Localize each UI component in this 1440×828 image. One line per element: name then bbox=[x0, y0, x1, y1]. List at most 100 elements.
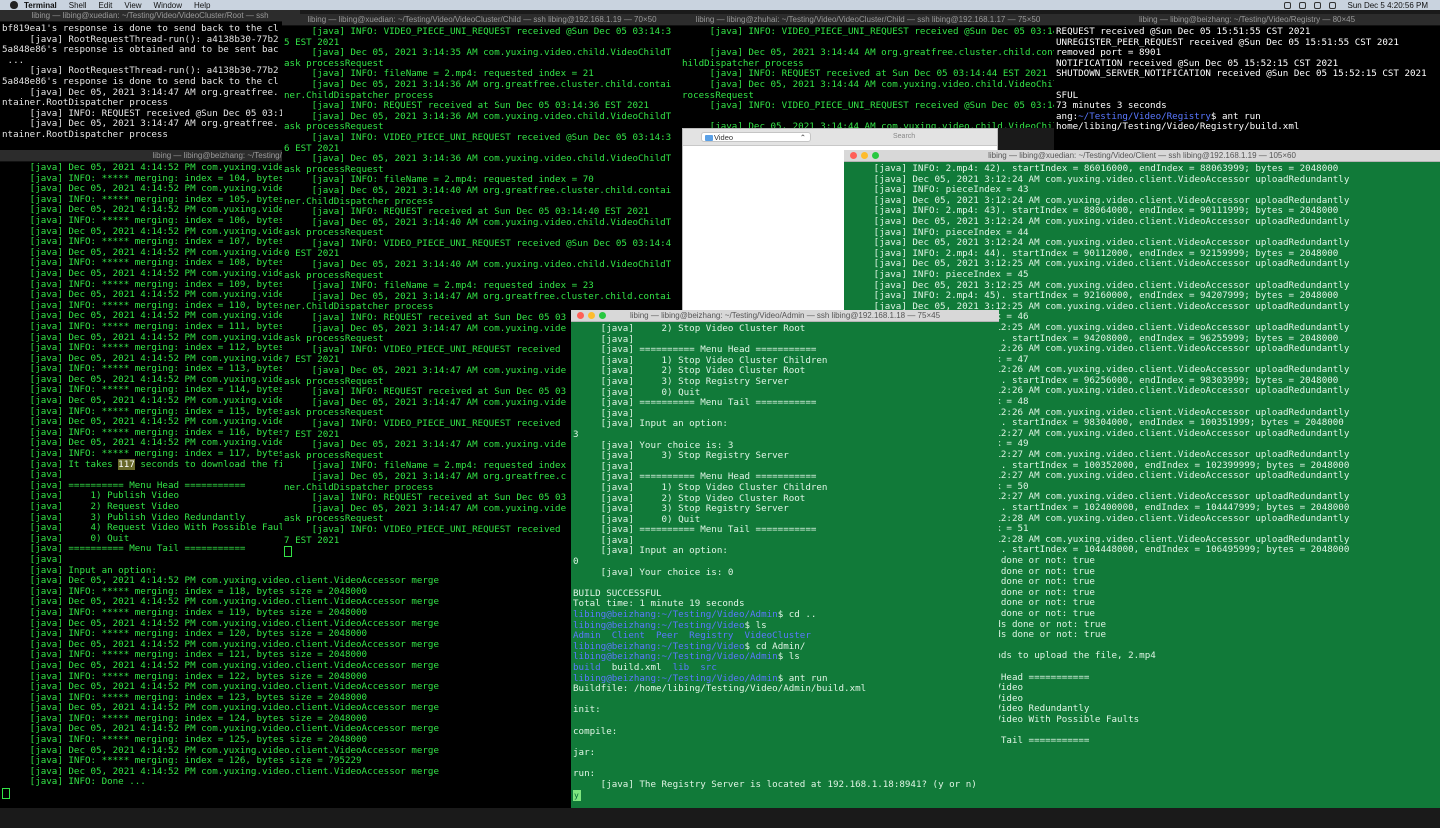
title-bar[interactable]: libing — libing@beizhang: ~/Testing/Vide… bbox=[1054, 14, 1440, 26]
ls-output: Admin Client Peer Registry VideoCluster bbox=[573, 630, 811, 642]
recording-icon[interactable] bbox=[1283, 1, 1291, 9]
terminal-line: [java] Dec 05, 2021 3:14:36 AM org.great… bbox=[311, 78, 672, 90]
terminal-line: BUILD SUCCESSFUL bbox=[573, 587, 662, 599]
prompt-user: libing@beizhang: bbox=[573, 640, 662, 652]
menu-edit[interactable]: Edit bbox=[99, 1, 113, 10]
terminal-output: REQUEST received @Sun Dec 05 15:51:55 CS… bbox=[1056, 27, 1438, 133]
terminal-line: [java] 2) Stop Video Cluster Root bbox=[600, 365, 806, 377]
terminal-line: ner.ChildDispatcher process bbox=[284, 195, 434, 207]
apple-menu-icon[interactable] bbox=[10, 1, 18, 9]
menu-window[interactable]: Window bbox=[154, 1, 182, 10]
terminal-line: [java] INFO: fileName = 2.mp4: requested… bbox=[311, 280, 594, 292]
terminal-line: [java] ========== Menu Tail =========== bbox=[29, 543, 246, 555]
terminal-line: [java] 0) Quit bbox=[600, 513, 701, 525]
terminal-line: 5a848e86's response is done to send back… bbox=[2, 75, 279, 87]
title-bar[interactable]: libing — libing@xuedian: ~/Testing/Video… bbox=[844, 150, 1440, 162]
terminal-line: UNREGISTER_PEER_REQUEST received @Sun De… bbox=[1056, 36, 1399, 48]
terminal-line: [java] The Registry Server is located at… bbox=[573, 778, 977, 790]
terminal-line: ask processRequest bbox=[284, 57, 384, 69]
terminal-line: ask processRequest bbox=[284, 449, 384, 461]
terminal-line: [java] bbox=[600, 534, 634, 546]
terminal-line: [java] Dec 05, 2021 4:14:52 PM com.yuxin… bbox=[29, 596, 439, 608]
prompt-path: ~/Testing/Video/Admin bbox=[661, 609, 778, 621]
terminal-line: ... bbox=[7, 54, 25, 66]
terminal-line: [java] INFO: VIDEO_PIECE_UNI_REQUEST rec… bbox=[311, 417, 561, 429]
menu-view[interactable]: View bbox=[124, 1, 141, 10]
finder-search-input[interactable]: Search bbox=[883, 132, 953, 142]
terminal-line: SHUTDOWN_SERVER_NOTIFICATION received @S… bbox=[1056, 68, 1427, 80]
terminal-line: [java] Dec 05, 2021 4:14:52 PM com.yuxin… bbox=[29, 723, 439, 735]
minimize-button[interactable] bbox=[861, 152, 868, 159]
terminal-line: [java] Dec 05, 2021 3:14:47 AM com.yuxin… bbox=[311, 502, 567, 514]
minimize-button[interactable] bbox=[588, 312, 595, 319]
title-bar[interactable]: libing — libing@xuedian: ~/Testing/Video… bbox=[0, 10, 300, 22]
terminal-line: [java] 3) Publish Video Redundantly bbox=[29, 511, 246, 523]
control-center-icon[interactable] bbox=[1313, 1, 1321, 9]
location-popup[interactable]: Video ⌃ bbox=[701, 132, 811, 142]
wifi-icon[interactable] bbox=[1298, 1, 1306, 9]
window-title: libing — libing@zhuhai: ~/Testing/Video/… bbox=[695, 15, 1041, 24]
prompt-command: $ cd .. bbox=[777, 609, 817, 621]
terminal-line: [java] bbox=[600, 460, 634, 472]
terminal-line: [java] INFO: pieceIndex = 45 bbox=[873, 268, 1029, 280]
title-bar[interactable]: libing — libing@beizhang: ~/Testing/Vide… bbox=[571, 310, 999, 322]
terminal-line: [java] Dec 05, 2021 3:14:47 AM com.yuxin… bbox=[311, 365, 567, 376]
terminal-window-admin[interactable]: libing — libing@beizhang: ~/Testing/Vide… bbox=[571, 310, 999, 808]
terminal-line: [java] Dec 05, 2021 3:14:44 AM org.great… bbox=[709, 47, 1054, 59]
terminal-line: [java] Dec 05, 2021 3:14:40 AM com.yuxin… bbox=[311, 259, 672, 271]
terminal-window-root[interactable]: libing — libing@xuedian: ~/Testing/Video… bbox=[0, 10, 300, 150]
terminal-line: [java] INFO: ***** merging: index = 118,… bbox=[29, 585, 368, 597]
window-title: libing — libing@beizhang: ~/Testing/Vide… bbox=[1138, 15, 1356, 24]
window-title: libing — libing@beizhang: ~/Testing/Vide… bbox=[629, 311, 941, 320]
terminal-line: [java] Dec 05, 2021 3:14:47 AM org.great… bbox=[29, 118, 279, 130]
ls-output-dirs: lib src bbox=[672, 662, 717, 673]
terminal-line: ner.ChildDispatcher process bbox=[284, 89, 434, 101]
terminal-line: [java] bbox=[600, 333, 634, 345]
close-button[interactable] bbox=[577, 312, 584, 319]
terminal-line: [java] INFO: VIDEO_PIECE_UNI_REQUEST rec… bbox=[311, 131, 672, 143]
terminal-line: [java] INFO: 2.mp4: 44). startIndex = 90… bbox=[873, 247, 1339, 259]
menu-help[interactable]: Help bbox=[194, 1, 210, 10]
terminal-line: [java] INFO: REQUEST received at Sun Dec… bbox=[311, 386, 567, 398]
zoom-button[interactable] bbox=[872, 152, 879, 159]
download-seconds-highlight: 117 bbox=[118, 458, 135, 470]
terminal-line: [java] INFO: Done ... bbox=[2, 776, 146, 788]
terminal-line: [java] Dec 05, 2021 4:14:52 PM com.yuxin… bbox=[29, 702, 439, 714]
title-bar[interactable]: libing — libing@zhuhai: ~/Testing/Video/… bbox=[680, 14, 1056, 26]
search-icon[interactable] bbox=[1328, 1, 1336, 9]
terminal-window-registry[interactable]: libing — libing@beizhang: ~/Testing/Vide… bbox=[1054, 14, 1440, 150]
zoom-button[interactable] bbox=[599, 312, 606, 319]
menu-app-name[interactable]: Terminal bbox=[24, 1, 57, 10]
terminal-line: [java] 2) Stop Video Cluster Root bbox=[600, 324, 806, 334]
menu-shell[interactable]: Shell bbox=[69, 1, 87, 10]
finder-toolbar: Video ⌃ Search bbox=[683, 129, 997, 146]
terminal-line: [java] Dec 05, 2021 3:14:40 AM org.great… bbox=[311, 184, 672, 196]
title-bar[interactable]: libing — libing@xuedian: ~/Testing/Video… bbox=[282, 14, 682, 26]
prompt-path: ~/Testing/Video bbox=[661, 640, 745, 652]
terminal-line: [java] Dec 05, 2021 3:14:36 AM com.yuxin… bbox=[311, 153, 672, 165]
prompt-user: libing@beizhang: bbox=[573, 651, 662, 663]
menu-clock[interactable]: Sun Dec 5 4:20:56 PM bbox=[1348, 1, 1429, 10]
terminal-window-child-2[interactable]: libing — libing@zhuhai: ~/Testing/Video/… bbox=[680, 14, 1056, 128]
terminal-line: NOTIFICATION received @Sun Dec 05 15:52:… bbox=[1056, 57, 1339, 69]
folder-icon bbox=[705, 135, 713, 141]
prompt-command: $ ls bbox=[744, 619, 767, 631]
terminal-line: [java] Dec 05, 2021 3:14:47 AM com.yuxin… bbox=[311, 439, 567, 451]
terminal-line: [java] Dec 05, 2021 3:14:44 AM com.yuxin… bbox=[709, 121, 1054, 128]
terminal-line: [java] bbox=[600, 407, 634, 419]
terminal-line: [java] Your choice is: 3 bbox=[600, 439, 734, 451]
close-button[interactable] bbox=[850, 152, 857, 159]
takes-prefix: [java] It takes bbox=[2, 458, 119, 470]
terminal-input[interactable]: y bbox=[573, 790, 581, 802]
terminal-line: [java] INFO: ***** merging: index = 123,… bbox=[29, 691, 368, 703]
ls-output-file: build.xml bbox=[600, 662, 673, 673]
terminal-line: [java] Dec 05, 2021 3:14:40 AM com.yuxin… bbox=[311, 216, 672, 228]
terminal-line: [java] INFO: ***** merging: index = 122,… bbox=[29, 670, 368, 682]
terminal-line: [java] Input an option: bbox=[600, 545, 728, 557]
prompt-command: $ ls bbox=[777, 651, 800, 663]
terminal-line: removed port = 8901 bbox=[1056, 47, 1162, 59]
terminal-line: [java] INFO: pieceIndex = 44 bbox=[873, 226, 1029, 238]
terminal-line: [java] INFO: VIDEO_PIECE_UNI_REQUEST rec… bbox=[311, 523, 561, 535]
terminal-line: [java] ========== Menu Head =========== bbox=[29, 479, 246, 491]
terminal-line: jar: bbox=[573, 746, 596, 758]
